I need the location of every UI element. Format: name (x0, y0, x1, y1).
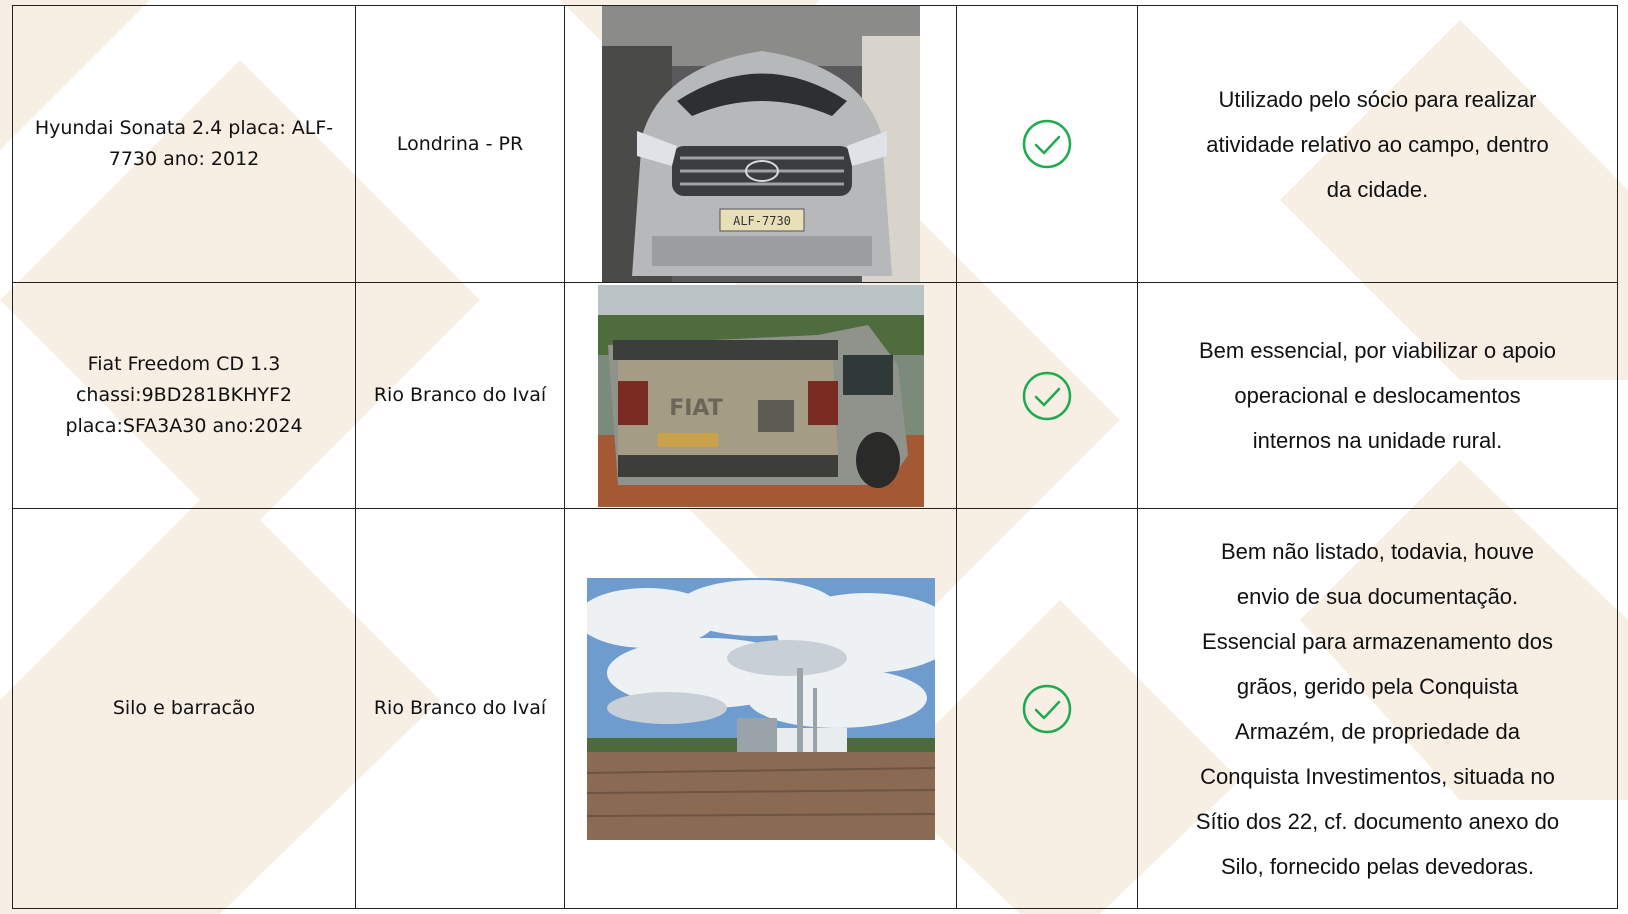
check-circle-icon (1022, 371, 1072, 420)
photo-cell: ALF-7730 (564, 5, 957, 283)
status-cell (956, 5, 1138, 283)
asset-description-cell: Fiat Freedom CD 1.3 chassi:9BD281BKHYF2 … (12, 282, 356, 509)
note-line: grãos, gerido pela Conquista (1236, 673, 1519, 699)
asset-description-cell: Hyundai Sonata 2.4 placa: ALF- 7730 ano:… (12, 5, 356, 283)
license-plate-text: ALF-7730 (733, 214, 791, 228)
pickup-truck-photo: FIAT (597, 284, 924, 507)
asset-description-line: Silo e barracão (112, 697, 256, 719)
note-line: da cidade. (1326, 176, 1429, 202)
check-circle-icon (1022, 119, 1072, 169)
note-line: internos na unidade rural. (1252, 428, 1503, 453)
status-cell (956, 282, 1138, 509)
photo-cell (564, 508, 957, 909)
note-cell: Bem não listado, todavia, houve envio de… (1137, 508, 1618, 909)
asset-description-line: 7730 ano: 2012 (108, 148, 260, 170)
asset-description-line: chassi:9BD281BKHYF2 (75, 384, 293, 406)
note-line: envio de sua documentação. (1236, 583, 1519, 609)
photo-cell: FIAT (564, 282, 957, 509)
table-row: Hyundai Sonata 2.4 placa: ALF- 7730 ano:… (12, 5, 1618, 283)
note-cell: Bem essencial, por viabilizar o apoio op… (1137, 282, 1618, 509)
location-text: Londrina - PR (396, 132, 524, 155)
note-line: atividade relativo ao campo, dentro (1206, 131, 1549, 157)
asset-description-line: placa:SFA3A30 ano:2024 (65, 415, 303, 437)
assets-table: Hyundai Sonata 2.4 placa: ALF- 7730 ano:… (12, 5, 1618, 909)
silo-photo (586, 577, 935, 840)
status-cell (956, 508, 1138, 909)
location-text: Rio Branco do Ivaí (373, 697, 547, 719)
brand-text: FIAT (669, 396, 723, 421)
note-line: Sítio dos 22, cf. documento anexo do (1195, 808, 1560, 834)
note-cell: Utilizado pelo sócio para realizar ativi… (1137, 5, 1618, 283)
note-line: Bem não listado, todavia, houve (1220, 538, 1535, 564)
note-line: Utilizado pelo sócio para realizar (1218, 86, 1537, 112)
note-line: Conquista Investimentos, situada no (1200, 763, 1555, 789)
note-line: operacional e deslocamentos (1234, 383, 1521, 408)
location-cell: Rio Branco do Ivaí (355, 508, 565, 909)
note-line: Essencial para armazenamento dos (1202, 628, 1553, 654)
asset-description-line: Fiat Freedom CD 1.3 (87, 353, 281, 375)
sedan-photo: ALF-7730 (601, 6, 920, 282)
note-line: Armazém, de propriedade da (1235, 718, 1520, 744)
note-line: Bem essencial, por viabilizar o apoio (1198, 338, 1557, 363)
asset-description-cell: Silo e barracão (12, 508, 356, 909)
table-row: Fiat Freedom CD 1.3 chassi:9BD281BKHYF2 … (12, 282, 1618, 509)
location-cell: Rio Branco do Ivaí (355, 282, 565, 509)
table-row: Silo e barracão Rio Branco do Ivaí Bem n… (12, 508, 1618, 909)
asset-description-line: Hyundai Sonata 2.4 placa: ALF- (34, 117, 334, 139)
note-line: Silo, fornecido pelas devedoras. (1220, 853, 1535, 879)
check-circle-icon (1022, 684, 1072, 733)
location-text: Rio Branco do Ivaí (373, 384, 547, 406)
location-cell: Londrina - PR (355, 5, 565, 283)
